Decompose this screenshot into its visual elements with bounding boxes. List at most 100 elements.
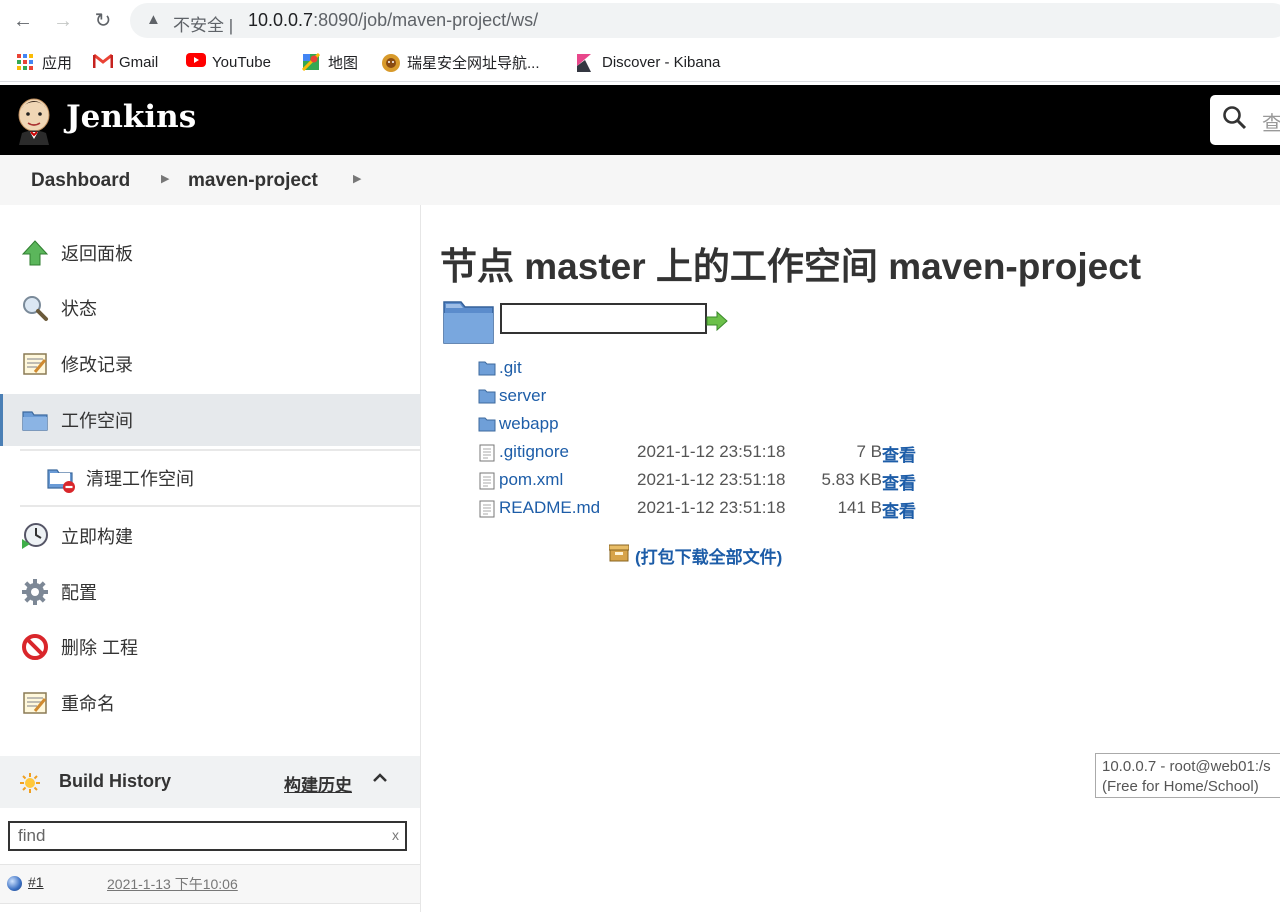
folder-icon (21, 406, 49, 434)
task-label: 配置 (61, 583, 97, 603)
breadcrumb-dashboard[interactable]: Dashboard (31, 170, 130, 192)
notepad-icon (21, 689, 49, 717)
folder-icon (443, 298, 495, 344)
download-zip-link[interactable]: (打包下载全部文件) (608, 543, 783, 568)
task-back-to-dashboard[interactable]: 返回面板 (0, 227, 420, 279)
maps-icon (301, 52, 321, 72)
build-history-trend-link[interactable]: 构建历史 (284, 771, 352, 796)
divider (20, 505, 420, 507)
task-label: 立即构建 (61, 527, 133, 547)
folder-icon (478, 360, 496, 376)
tooltip-line: (Free for Home/School) (1102, 778, 1259, 795)
build-search-input[interactable] (10, 823, 370, 849)
build-search: x (8, 821, 407, 851)
build-history-header: Build History 构建历史 (0, 756, 420, 808)
up-arrow-icon (21, 239, 49, 267)
jenkins-header: Jenkins 查 (0, 85, 1280, 155)
bookmark-gmail[interactable]: Gmail (92, 52, 158, 72)
gmail-icon (92, 53, 114, 71)
build-date-link[interactable]: 2021-1-13 下午10:06 (107, 874, 238, 894)
task-label: 清理工作空间 (86, 469, 194, 489)
task-label: 状态 (61, 299, 97, 319)
download-zip-label: (打包下载全部文件) (635, 548, 783, 567)
text-file-icon (478, 472, 496, 490)
go-arrow-icon[interactable] (706, 310, 728, 332)
not-secure-label: 不安全 | (173, 16, 234, 35)
task-wipe-workspace[interactable]: 清理工作空间 (0, 452, 420, 504)
view-link[interactable]: 查看 (882, 469, 916, 494)
file-name-link[interactable]: README.md (499, 498, 600, 518)
list-item: README.md 2021-1-12 23:51:18 141 B 查看 (476, 494, 936, 522)
task-configure[interactable]: 配置 (0, 566, 420, 618)
folder-icon (478, 416, 496, 432)
bookmark-kibana[interactable]: Discover - Kibana (576, 52, 720, 72)
blue-ball-status-icon (7, 876, 22, 891)
notepad-icon (21, 350, 49, 378)
bookmark-maps[interactable]: 地图 (301, 52, 359, 72)
jenkins-title[interactable]: Jenkins (66, 99, 196, 135)
jenkins-logo-icon[interactable] (14, 95, 54, 145)
task-changes[interactable]: 修改记录 (0, 338, 420, 390)
list-item: pom.xml 2021-1-12 23:51:18 5.83 KB 查看 (476, 466, 936, 494)
build-number-link[interactable]: #1 (28, 874, 44, 890)
browser-toolbar: ← → ↻ ▲ 不安全 | 10.0.0.7:8090/job/maven-pr… (0, 0, 1280, 42)
gear-icon (21, 578, 49, 606)
bookmark-youtube[interactable]: YouTube (186, 52, 271, 72)
warning-icon: ▲ (146, 11, 161, 28)
file-name-link[interactable]: webapp (499, 414, 559, 434)
file-name-link[interactable]: .git (499, 358, 522, 378)
package-icon (608, 544, 630, 567)
chevron-up-icon[interactable] (372, 770, 388, 791)
bookmarks-bar: 应用 Gmail YouTube 地图 瑞星安全网址导航... Discover… (0, 44, 1280, 82)
file-name-link[interactable]: .gitignore (499, 442, 569, 462)
file-name-link[interactable]: pom.xml (499, 470, 563, 490)
breadcrumb: Dashboard ▶ maven-project ▶ (0, 155, 1280, 205)
sun-icon (20, 773, 40, 793)
task-rename[interactable]: 重命名 (0, 677, 420, 729)
view-link[interactable]: 查看 (882, 441, 916, 466)
url-text[interactable]: 10.0.0.7:8090/job/maven-project/ws/ (248, 10, 538, 31)
search-placeholder: 查 (1262, 113, 1280, 135)
task-status[interactable]: 状态 (0, 282, 420, 334)
view-link[interactable]: 查看 (882, 497, 916, 522)
bookmark-apps[interactable]: 应用 (16, 52, 72, 72)
folder-delete-icon (46, 464, 75, 493)
chevron-right-icon[interactable]: ▶ (161, 172, 169, 185)
forward-arrow-icon[interactable]: → (51, 9, 75, 33)
text-file-icon (478, 500, 496, 518)
tooltip: 10.0.0.7 - root@web01:/s (Free for Home/… (1095, 753, 1280, 798)
url-path: :8090/job/maven-project/ws/ (313, 10, 539, 30)
task-delete-project[interactable]: 删除 工程 (0, 621, 420, 673)
file-name-link[interactable]: server (499, 386, 546, 406)
task-workspace[interactable]: 工作空间 (0, 394, 420, 446)
divider (20, 449, 420, 451)
back-arrow-icon[interactable]: ← (11, 9, 35, 33)
task-label: 重命名 (61, 694, 115, 714)
bookmark-label: 应用 (42, 54, 73, 72)
address-bar[interactable]: ▲ 不安全 | 10.0.0.7:8090/job/maven-project/… (130, 3, 1280, 38)
clock-icon (21, 522, 49, 550)
folder-icon (478, 388, 496, 404)
bookmark-label: 地图 (328, 54, 359, 72)
bookmark-rising[interactable]: 瑞星安全网址导航... (381, 52, 540, 72)
search-box[interactable]: 查 (1210, 95, 1280, 145)
bookmark-label: Discover - Kibana (602, 53, 721, 71)
search-icon (1222, 105, 1248, 136)
chevron-right-icon[interactable]: ▶ (353, 172, 361, 185)
task-label: 修改记录 (61, 355, 133, 375)
url-host: 10.0.0.7 (248, 10, 314, 30)
file-size: 7 B (856, 442, 882, 461)
reload-icon[interactable]: ↻ (91, 9, 115, 33)
task-build-now[interactable]: 立即构建 (0, 510, 420, 562)
workspace-path-input[interactable] (500, 303, 707, 334)
file-size: 141 B (837, 498, 882, 517)
rising-lion-icon (381, 53, 400, 72)
build-row: #1 2021-1-13 下午10:06 (0, 864, 420, 904)
task-label: 返回面板 (61, 244, 133, 264)
apps-grid-icon (16, 53, 34, 71)
clear-search-button[interactable]: x (392, 827, 399, 843)
file-date: 2021-1-12 23:51:18 (637, 498, 786, 517)
task-label: 工作空间 (61, 411, 133, 431)
list-item: .gitignore 2021-1-12 23:51:18 7 B 查看 (476, 438, 936, 466)
breadcrumb-maven-project[interactable]: maven-project (188, 170, 318, 192)
